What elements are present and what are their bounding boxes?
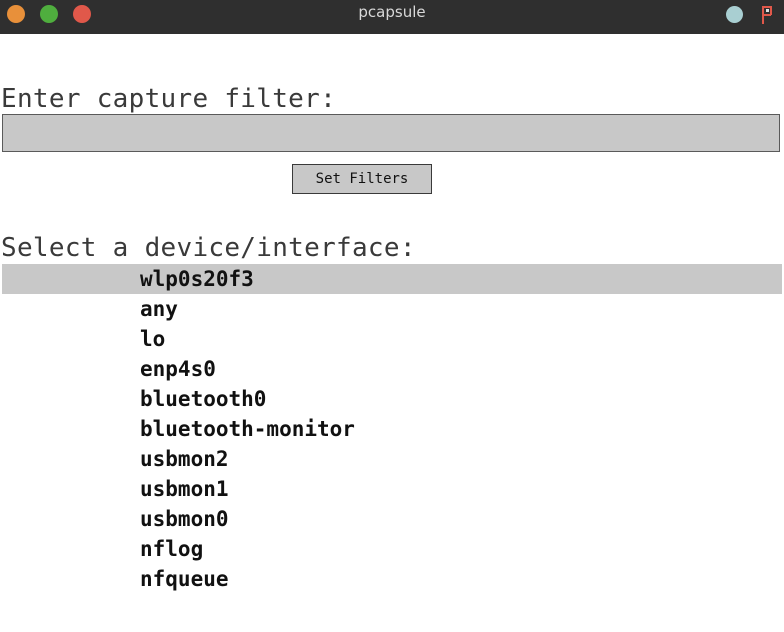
capture-filter-input[interactable] xyxy=(2,114,780,152)
window-title: pcapsule xyxy=(358,3,426,21)
device-item[interactable]: usbmon1 xyxy=(2,474,782,504)
device-item[interactable]: lo xyxy=(2,324,782,354)
tray-status-icon[interactable] xyxy=(726,6,743,23)
capture-filter-label: Enter capture filter: xyxy=(1,84,337,114)
title-bar: pcapsule xyxy=(0,0,784,34)
device-list[interactable]: wlp0s20f3 any lo enp4s0 bluetooth0 bluet… xyxy=(2,264,782,594)
device-item[interactable]: enp4s0 xyxy=(2,354,782,384)
pcapsule-logo-icon[interactable] xyxy=(758,4,776,26)
device-item[interactable]: usbmon0 xyxy=(2,504,782,534)
device-item[interactable]: any xyxy=(2,294,782,324)
device-item[interactable]: bluetooth0 xyxy=(2,384,782,414)
device-item[interactable]: usbmon2 xyxy=(2,444,782,474)
device-item[interactable]: bluetooth-monitor xyxy=(2,414,782,444)
device-item[interactable]: nfqueue xyxy=(2,564,782,594)
device-item[interactable]: nflog xyxy=(2,534,782,564)
device-item[interactable]: wlp0s20f3 xyxy=(2,264,782,294)
device-select-label: Select a device/interface: xyxy=(1,233,416,263)
set-filters-button[interactable]: Set Filters xyxy=(292,164,432,194)
